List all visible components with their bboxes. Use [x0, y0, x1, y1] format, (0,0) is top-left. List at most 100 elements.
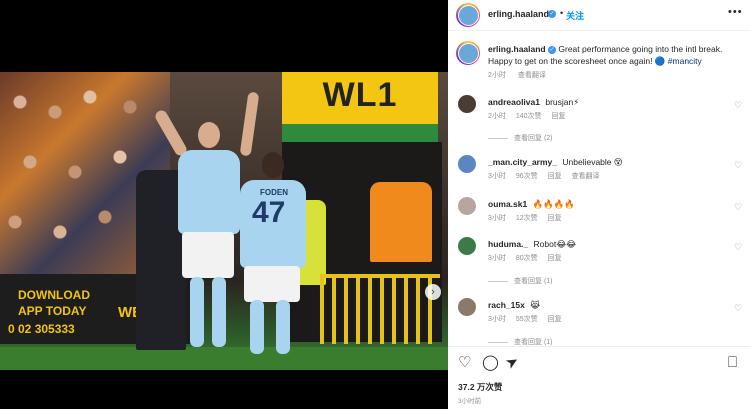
comment-reply-button[interactable]: 回复: [548, 173, 562, 180]
comment-likes[interactable]: 55次赞: [516, 316, 538, 323]
verified-badge-icon: ✓: [548, 45, 556, 54]
view-replies-label: 查看回复 (1): [514, 339, 553, 346]
commenter-avatar[interactable]: [458, 298, 476, 316]
caption-author-avatar[interactable]: [456, 41, 480, 65]
comment-item: andreaoliva1 brusjan⚡ 2小时 140次赞 回复 ♡: [448, 95, 750, 135]
post-sidebar: erling.haaland ✓ • 关注 ••• erling.haaland…: [448, 0, 750, 409]
comment-likes[interactable]: 96次赞: [516, 173, 538, 180]
comment-like-heart-icon[interactable]: ♡: [734, 160, 742, 171]
comment-time: 3小时: [488, 255, 506, 262]
view-replies-link[interactable]: 查看回复 (1): [488, 276, 553, 286]
replies-divider-line: [488, 137, 508, 139]
commenter-avatar[interactable]: [458, 95, 476, 113]
comment-bubble-icon[interactable]: ◯: [482, 355, 499, 370]
comment-meta: 3小时 12次赞 回复: [488, 213, 570, 223]
follow-button[interactable]: 关注: [566, 9, 584, 22]
steward-figure: [370, 182, 432, 262]
comment-time: 3小时: [488, 316, 506, 323]
media-pane: WL1 DOWNLOAD APP TODAY 0 02 305333 WEB: [0, 0, 448, 409]
pitch: [0, 347, 448, 370]
author-avatar[interactable]: [456, 3, 480, 27]
stadium-sign-stripe: [282, 124, 438, 142]
likes-count[interactable]: 37.2 万次赞: [458, 381, 502, 393]
player-haaland: [178, 150, 240, 234]
post-timestamp: 3小时前: [458, 398, 482, 405]
comment-item: huduma._ Robot😂😂 3小时 80次赞 回复 ♡: [448, 237, 750, 277]
player-leg: [212, 277, 226, 347]
comment-like-heart-icon[interactable]: ♡: [734, 100, 742, 111]
player-shorts: [244, 266, 300, 302]
comment-text: Robot😂😂: [533, 239, 577, 249]
comment-like-heart-icon[interactable]: ♡: [734, 242, 742, 253]
player-arm-raised: [239, 91, 260, 157]
comment-body: rach_15x 😹: [488, 300, 540, 311]
comment-text: brusjan⚡: [545, 97, 580, 107]
comment-translate-link[interactable]: 查看翻译: [572, 173, 600, 180]
view-replies-label: 查看回复 (2): [514, 135, 553, 142]
comment-item: rach_15x 😹 3小时 55次赞 回复 ♡: [448, 298, 750, 338]
replies-divider-line: [488, 280, 508, 282]
comment-reply-button[interactable]: 回复: [552, 113, 566, 120]
caption-time: 2小时: [488, 72, 506, 79]
ad-line-2: APP TODAY: [18, 304, 87, 318]
comment-time: 3小时: [488, 215, 506, 222]
ad-line-3: 0 02 305333: [8, 322, 75, 336]
commenter-username[interactable]: andreaoliva1: [488, 97, 540, 107]
comment-meta: 3小时 80次赞 回复: [488, 253, 570, 263]
stadium-sign: WL1: [282, 72, 438, 132]
commenter-username[interactable]: rach_15x: [488, 300, 525, 310]
ad-line-1: DOWNLOAD: [18, 288, 90, 302]
commenter-username[interactable]: _man.city_army_: [488, 157, 557, 167]
commenter-username[interactable]: huduma._: [488, 239, 528, 249]
post-photo[interactable]: WL1 DOWNLOAD APP TODAY 0 02 305333 WEB: [0, 72, 448, 370]
player-leg: [276, 300, 290, 354]
jersey-number: 47: [252, 196, 286, 229]
comment-item: _man.city_army_ Unbelievable 😵 3小时 96次赞 …: [448, 155, 750, 195]
player-shorts: [182, 232, 234, 278]
player-head: [198, 122, 220, 148]
comment-reply-button[interactable]: 回复: [548, 316, 562, 323]
caption-username[interactable]: erling.haaland: [488, 44, 546, 54]
like-heart-icon[interactable]: ♡: [458, 355, 471, 370]
comment-like-heart-icon[interactable]: ♡: [734, 202, 742, 213]
save-bookmark-icon[interactable]: ⎕: [728, 355, 737, 370]
comment-meta: 2小时 140次赞 回复: [488, 111, 574, 121]
header-separator: •: [560, 8, 564, 18]
commenter-username[interactable]: ouma.sk1: [488, 199, 527, 209]
comment-like-heart-icon[interactable]: ♡: [734, 303, 742, 314]
comment-meta: 3小时 96次赞 回复 查看翻译: [488, 171, 608, 181]
more-options-icon[interactable]: •••: [728, 6, 743, 18]
comment-reply-button[interactable]: 回复: [548, 215, 562, 222]
player-leg: [190, 277, 204, 347]
comment-likes[interactable]: 140次赞: [516, 113, 542, 120]
comment-body: _man.city_army_ Unbelievable 😵: [488, 157, 623, 168]
comment-likes[interactable]: 12次赞: [516, 215, 538, 222]
share-send-icon[interactable]: ➤: [503, 352, 522, 373]
view-replies-label: 查看回复 (1): [514, 278, 553, 285]
player-leg: [250, 300, 264, 354]
comment-time: 3小时: [488, 173, 506, 180]
post-actions-bar: ♡ ◯ ➤ ⎕ 37.2 万次赞 3小时前: [448, 346, 750, 409]
comment-likes[interactable]: 80次赞: [516, 255, 538, 262]
commenter-avatar[interactable]: [458, 197, 476, 215]
next-image-arrow-icon[interactable]: ›: [425, 284, 441, 300]
player-head: [262, 152, 284, 178]
comment-text: 😹: [530, 300, 541, 310]
commenter-avatar[interactable]: [458, 237, 476, 255]
view-replies-link[interactable]: 查看回复 (2): [488, 133, 553, 143]
comment-meta: 3小时 55次赞 回复: [488, 314, 570, 324]
comment-body: huduma._ Robot😂😂: [488, 239, 576, 250]
commenter-avatar[interactable]: [458, 155, 476, 173]
caption-meta: 2小时 查看翻译: [488, 70, 556, 80]
author-username[interactable]: erling.haaland: [488, 9, 549, 19]
caption-translate-link[interactable]: 查看翻译: [518, 72, 546, 79]
avatar-image: [457, 42, 479, 64]
avatar-image: [457, 4, 479, 26]
comment-item: ouma.sk1 🔥🔥🔥🔥 3小时 12次赞 回复 ♡: [448, 197, 750, 237]
post-caption: erling.haaland ✓ Great performance going…: [488, 43, 743, 67]
caption-hashtag[interactable]: #mancity: [668, 56, 702, 66]
replies-divider-line: [488, 341, 508, 343]
post-header: erling.haaland ✓ • 关注 •••: [448, 0, 750, 31]
comment-text: 🔥🔥🔥🔥: [532, 199, 575, 209]
comment-reply-button[interactable]: 回复: [548, 255, 562, 262]
